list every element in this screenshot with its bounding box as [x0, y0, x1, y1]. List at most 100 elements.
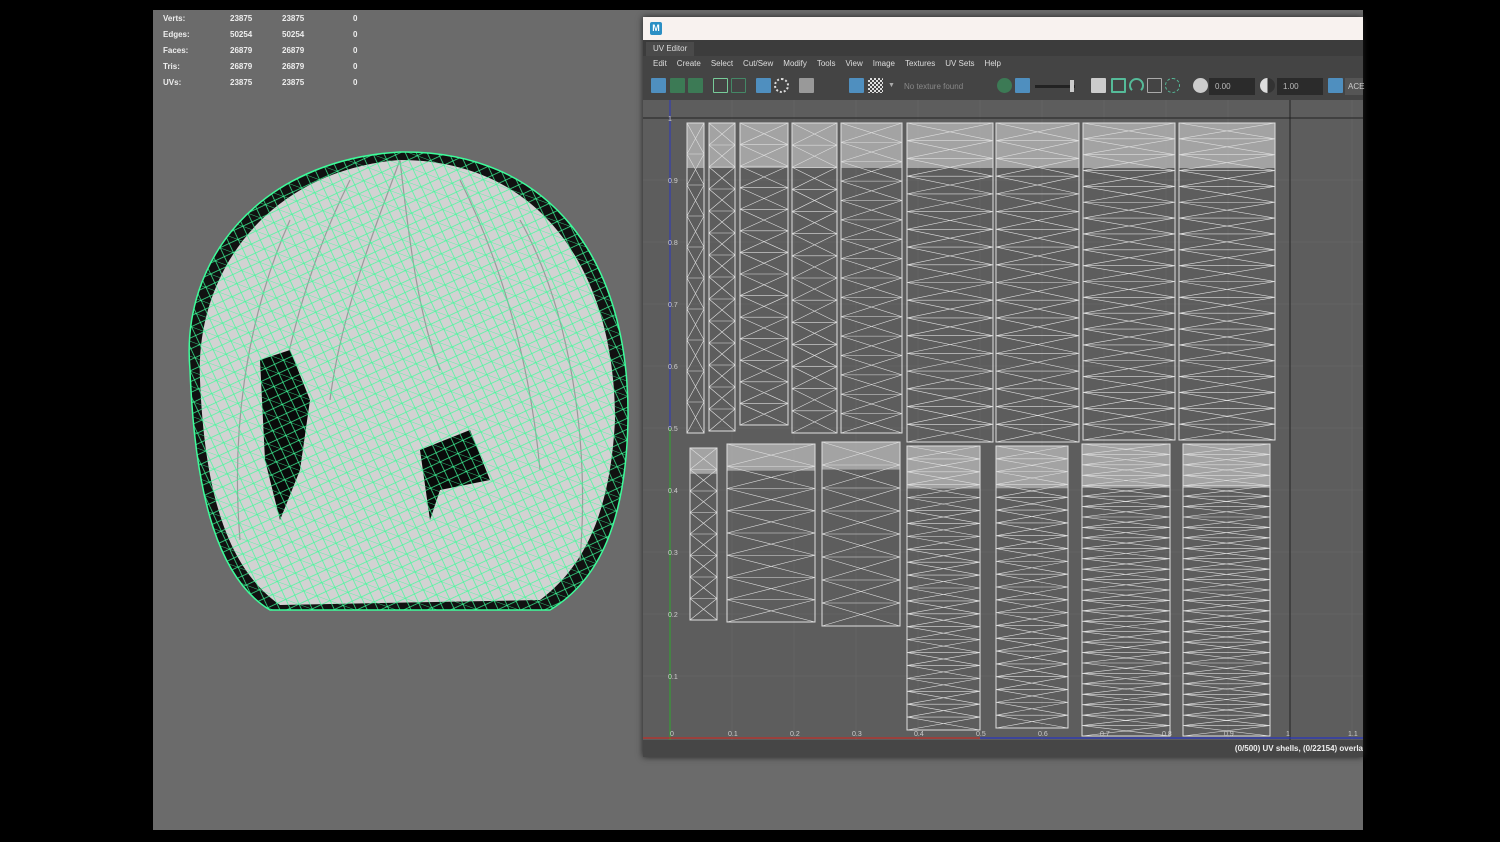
stat-c: 0	[353, 46, 358, 55]
menu-create[interactable]: Create	[673, 56, 707, 72]
menu-help[interactable]: Help	[981, 56, 1007, 72]
menu-uvsets[interactable]: UV Sets	[941, 56, 980, 72]
snapshot-icon[interactable]	[799, 78, 814, 93]
uv-shell-dense-region	[841, 123, 902, 168]
status-bar: (0/500) UV shells, (0/22154) overla	[643, 740, 1363, 757]
stat-c: 0	[353, 14, 358, 23]
chevron-down-icon[interactable]: ▼	[888, 82, 895, 89]
colorspace-label[interactable]: ACE	[1345, 78, 1364, 95]
bake-icon[interactable]	[1147, 78, 1162, 93]
menu-modify[interactable]: Modify	[779, 56, 813, 72]
menu-cutsew[interactable]: Cut/Sew	[739, 56, 779, 72]
uv-editor-window: M UV Editor Edit Create Select Cut/Sew Modif…	[643, 17, 1364, 757]
status-text: (0/500) UV shells, (0/22154) overla	[1234, 744, 1363, 753]
refresh-icon[interactable]	[1129, 78, 1144, 93]
u-tick-label: 0.1	[728, 731, 738, 738]
checker-tiles-icon[interactable]	[868, 78, 883, 93]
shaded-uvs-icon[interactable]	[670, 78, 685, 93]
u-tick-label: 0	[670, 731, 674, 738]
menu-select[interactable]: Select	[707, 56, 739, 72]
stat-b: 50254	[282, 30, 305, 39]
uv-shell-dense-region	[709, 123, 735, 168]
v-tick-label: 0.2	[668, 612, 678, 619]
uv-shell-dense-region	[1179, 123, 1275, 168]
stat-b: 23875	[282, 78, 305, 87]
u-tick-label: 0.3	[852, 731, 862, 738]
stat-label: Faces:	[163, 46, 189, 55]
uv-shell-wireframe	[995, 122, 1080, 443]
u-tick-label: 0.8	[1162, 731, 1172, 738]
uv-shell-wireframe	[708, 122, 736, 432]
stat-b: 23875	[282, 14, 305, 23]
filter-icon[interactable]	[1091, 78, 1106, 93]
tab-uv-editor[interactable]: UV Editor	[646, 42, 695, 56]
rgb-channels-icon[interactable]	[997, 78, 1012, 93]
stat-b: 26879	[282, 62, 305, 71]
v-tick-label: 0.9	[668, 178, 678, 185]
uv-shell-dense-region	[996, 123, 1079, 168]
stat-c: 0	[353, 30, 358, 39]
stat-a: 50254	[230, 30, 253, 39]
uv-texture-editor-canvas[interactable]: 0 0.1 0.2 0.3 0.4 0.5 0.6 0.7 0.8 0.9 1 1.1 0.1 0.2 0.…	[643, 100, 1363, 740]
window-titlebar[interactable]: M	[643, 17, 1363, 40]
uv-shell-dense-region	[1082, 444, 1170, 488]
gamma-icon[interactable]	[1260, 78, 1275, 93]
stat-label: Edges:	[163, 30, 190, 39]
image-display-icon[interactable]	[849, 78, 864, 93]
hair-mesh-wireframe	[188, 151, 629, 611]
isolate-icon[interactable]	[774, 78, 789, 93]
v-tick-label: 0.8	[668, 240, 678, 247]
v-tick-label: 0.7	[668, 302, 678, 309]
dim-slider[interactable]	[1035, 85, 1075, 88]
v-tick-label: 1	[668, 116, 672, 123]
stat-a: 23875	[230, 78, 253, 87]
stat-b: 26879	[282, 46, 305, 55]
v-tick-label: 0.6	[668, 364, 678, 371]
uv-shell-select-icon[interactable]	[651, 78, 666, 93]
stat-a: 26879	[230, 62, 253, 71]
uv-shell-wireframe	[1082, 122, 1176, 441]
psd-icon[interactable]	[1165, 78, 1180, 93]
uv-shell-wireframe	[791, 122, 838, 434]
uv-shell-wireframe	[739, 122, 789, 426]
stat-a: 26879	[230, 46, 253, 55]
v-tick-label: 0.1	[668, 674, 678, 681]
menu-image[interactable]: Image	[869, 56, 901, 72]
maya-logo-icon: M	[650, 22, 662, 35]
dim-slider-handle[interactable]	[1070, 80, 1074, 92]
uv-shell-dense-region	[1183, 444, 1270, 488]
uv-shell-dense-region	[727, 444, 815, 471]
checker-icon[interactable]	[756, 78, 771, 93]
menu-edit[interactable]: Edit	[649, 56, 673, 72]
gamma-field[interactable]: 1.00	[1277, 78, 1323, 95]
u-tick-label: 0.5	[976, 731, 986, 738]
exposure-field[interactable]: 0.00	[1209, 78, 1255, 95]
menu-bar: Edit Create Select Cut/Sew Modify Tools View Im…	[643, 56, 1363, 72]
u-tick-label: 0.9	[1224, 731, 1234, 738]
stat-c: 0	[353, 62, 358, 71]
alpha-icon[interactable]	[1015, 78, 1030, 93]
menu-tools[interactable]: Tools	[813, 56, 842, 72]
uv-shell-dense-region	[1083, 123, 1175, 168]
stat-a: 23875	[230, 14, 253, 23]
v-tick-label: 0.5	[668, 426, 678, 433]
grid-icon[interactable]	[713, 78, 728, 93]
color-management-icon[interactable]	[1328, 78, 1343, 93]
tab-bar: UV Editor	[643, 40, 1363, 56]
stat-c: 0	[353, 78, 358, 87]
image-icon[interactable]	[1111, 78, 1126, 93]
texture-dropdown[interactable]: No texture found	[904, 78, 963, 95]
exposure-icon[interactable]	[1193, 78, 1208, 93]
uv-shell-dense-region	[740, 123, 788, 168]
pixel-snap-icon[interactable]	[731, 78, 746, 93]
u-tick-label: 0.4	[914, 731, 924, 738]
uv-shell-wireframe	[1178, 122, 1276, 441]
menu-view[interactable]: View	[842, 56, 869, 72]
u-tick-label: 1	[1286, 731, 1290, 738]
v-tick-label: 0.3	[668, 550, 678, 557]
distortion-icon[interactable]	[688, 78, 703, 93]
u-tick-label: 0.6	[1038, 731, 1048, 738]
menu-textures[interactable]: Textures	[901, 56, 941, 72]
uv-shell-dense-region	[687, 123, 704, 168]
uv-toolbar: ▼ No texture found 0.00 1.00 ACE	[643, 74, 1364, 98]
